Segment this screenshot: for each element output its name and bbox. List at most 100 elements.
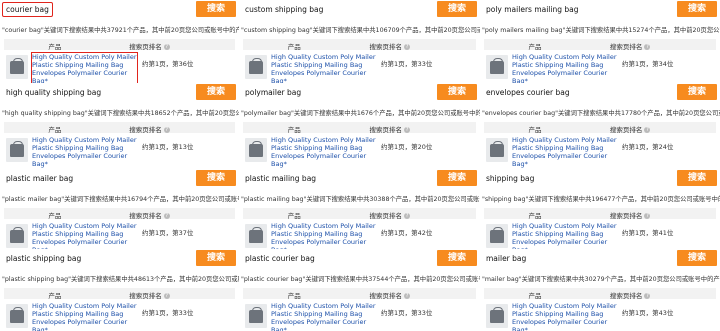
product-thumbnail[interactable] — [245, 304, 267, 328]
search-result-summary: "mailer bag"关键词下搜索结果中共30279个产品，其中前20页您公司… — [482, 276, 720, 283]
results-table-header: 产品 搜索页排名? — [4, 39, 235, 51]
column-header-product: 产品 — [48, 43, 62, 51]
column-header-rank-label: 搜索页排名 — [369, 292, 403, 300]
product-title-link[interactable]: High Quality Custom Poly Mailer Plastic … — [512, 136, 617, 168]
product-title-link[interactable]: High Quality Custom Poly Mailer Plastic … — [271, 222, 376, 249]
product-title-link[interactable]: High Quality Custom Poly Mailer Plastic … — [512, 302, 617, 331]
search-button[interactable]: 搜索 — [437, 1, 477, 17]
search-button[interactable]: 搜索 — [677, 250, 717, 266]
search-input[interactable]: high quality shipping bag — [2, 85, 105, 100]
product-thumbnail[interactable] — [6, 55, 28, 79]
help-icon[interactable]: ? — [163, 127, 170, 133]
search-button[interactable]: 搜索 — [196, 1, 236, 17]
help-icon[interactable]: ? — [404, 213, 411, 219]
search-input[interactable]: poly mailers mailing bag — [482, 2, 582, 17]
search-rank-value: 约第1页，第36位 — [142, 60, 194, 68]
column-header-rank: 搜索页排名? — [346, 41, 435, 51]
product-title-link[interactable]: High Quality Custom Poly Mailer Plastic … — [271, 53, 376, 83]
column-header-product: 产品 — [528, 292, 542, 300]
search-rank-value: 约第1页，第20位 — [381, 143, 433, 151]
product-title-link[interactable]: High Quality Custom Poly Mailer Plastic … — [512, 222, 617, 249]
search-input[interactable]: mailer bag — [482, 251, 530, 266]
search-bar: custom shipping bag 搜索 — [239, 0, 480, 19]
search-input[interactable]: plastic shipping bag — [2, 251, 85, 266]
search-rank-value: 约第1页，第37位 — [142, 229, 194, 237]
help-icon[interactable]: ? — [644, 213, 651, 219]
results-table-header: 产品 搜索页排名? — [243, 122, 476, 134]
product-title-link[interactable]: High Quality Custom Poly Mailer Plastic … — [32, 222, 137, 249]
search-button[interactable]: 搜索 — [437, 170, 477, 186]
results-table-header: 产品 搜索页排名? — [484, 122, 716, 134]
search-bar: mailer bag 搜索 — [480, 249, 720, 268]
keyword-search-panel: mailer bag 搜索 "mailer bag"关键词下搜索结果中共3027… — [480, 249, 720, 331]
product-title-link[interactable]: High Quality Custom Poly Mailer Plastic … — [271, 136, 376, 168]
results-table-header: 产品 搜索页排名? — [243, 39, 476, 51]
product-title-link[interactable]: High Quality Custom Poly Mailer Plastic … — [32, 136, 137, 168]
help-icon[interactable]: ? — [404, 44, 411, 50]
product-thumbnail[interactable] — [245, 55, 267, 79]
search-button[interactable]: 搜索 — [196, 84, 236, 100]
table-row: High Quality Custom Poly Mailer Plastic … — [243, 52, 476, 83]
product-thumbnail[interactable] — [486, 224, 508, 248]
search-input[interactable]: plastic courier bag — [241, 251, 319, 266]
search-bar: plastic mailing bag 搜索 — [239, 169, 480, 188]
help-icon[interactable]: ? — [163, 213, 170, 219]
help-icon[interactable]: ? — [644, 127, 651, 133]
search-result-summary: "plastic mailing bag"关键词下搜索结果中共30388个产品，… — [241, 196, 480, 203]
column-header-product: 产品 — [48, 292, 62, 300]
product-thumbnail[interactable] — [486, 304, 508, 328]
table-row: High Quality Custom Poly Mailer Plastic … — [4, 221, 235, 249]
column-header-rank: 搜索页排名? — [586, 210, 674, 220]
keyword-search-panel: high quality shipping bag 搜索 "high quali… — [0, 83, 239, 169]
search-bar: courier bag 搜索 — [0, 0, 239, 19]
search-input[interactable]: custom shipping bag — [241, 2, 327, 17]
product-thumbnail[interactable] — [486, 138, 508, 162]
product-thumbnail[interactable] — [245, 224, 267, 248]
column-header-rank-label: 搜索页排名 — [609, 43, 643, 51]
product-thumbnail[interactable] — [6, 224, 28, 248]
help-icon[interactable]: ? — [163, 44, 170, 50]
column-header-rank: 搜索页排名? — [346, 290, 435, 300]
search-button[interactable]: 搜索 — [437, 250, 477, 266]
search-button[interactable]: 搜索 — [677, 170, 717, 186]
search-result-summary: "plastic shipping bag"关键词下搜索结果中共48613个产品… — [2, 276, 239, 283]
help-icon[interactable]: ? — [644, 44, 651, 50]
search-input[interactable]: plastic mailing bag — [241, 171, 320, 186]
product-thumbnail[interactable] — [6, 304, 28, 328]
help-icon[interactable]: ? — [404, 127, 411, 133]
column-header-rank-label: 搜索页排名 — [609, 292, 643, 300]
search-bar: plastic mailer bag 搜索 — [0, 169, 239, 188]
product-thumbnail[interactable] — [486, 55, 508, 79]
search-rank-value: 约第1页，第42位 — [381, 229, 433, 237]
help-icon[interactable]: ? — [404, 293, 411, 299]
search-input[interactable]: envelopes courier bag — [482, 85, 574, 100]
search-result-summary: "polymailer bag"关键词下搜索结果中共1676个产品，其中前20页… — [241, 110, 480, 117]
search-button[interactable]: 搜索 — [196, 170, 236, 186]
product-title-link[interactable]: High Quality Custom Poly Mailer Plastic … — [271, 302, 376, 331]
product-title-link[interactable]: High Quality Custom Poly Mailer Plastic … — [512, 53, 617, 83]
search-bar: envelopes courier bag 搜索 — [480, 83, 720, 102]
product-thumbnail[interactable] — [245, 138, 267, 162]
search-button[interactable]: 搜索 — [196, 250, 236, 266]
search-button[interactable]: 搜索 — [677, 1, 717, 17]
column-header-rank: 搜索页排名? — [586, 124, 674, 134]
search-input[interactable]: plastic mailer bag — [2, 171, 77, 186]
help-icon[interactable]: ? — [163, 293, 170, 299]
column-header-rank-label: 搜索页排名 — [609, 126, 643, 134]
table-row: High Quality Custom Poly Mailer Plastic … — [484, 221, 716, 249]
keyword-search-panel: polymailer bag 搜索 "polymailer bag"关键词下搜索… — [239, 83, 480, 169]
column-header-rank-label: 搜索页排名 — [369, 212, 403, 220]
search-button[interactable]: 搜索 — [677, 84, 717, 100]
help-icon[interactable]: ? — [644, 293, 651, 299]
column-header-rank-label: 搜索页排名 — [129, 212, 162, 220]
product-thumbnail[interactable] — [6, 138, 28, 162]
search-input[interactable]: shipping bag — [482, 171, 538, 186]
product-title-link[interactable]: High Quality Custom Poly Mailer Plastic … — [32, 302, 137, 331]
search-input[interactable]: polymailer bag — [241, 85, 305, 100]
column-header-product: 产品 — [287, 212, 301, 220]
product-title-link[interactable]: High Quality Custom Poly Mailer Plastic … — [31, 52, 138, 83]
column-header-rank: 搜索页排名? — [346, 210, 435, 220]
column-header-rank-label: 搜索页排名 — [609, 212, 643, 220]
search-button[interactable]: 搜索 — [437, 84, 477, 100]
search-input[interactable]: courier bag — [2, 2, 53, 17]
